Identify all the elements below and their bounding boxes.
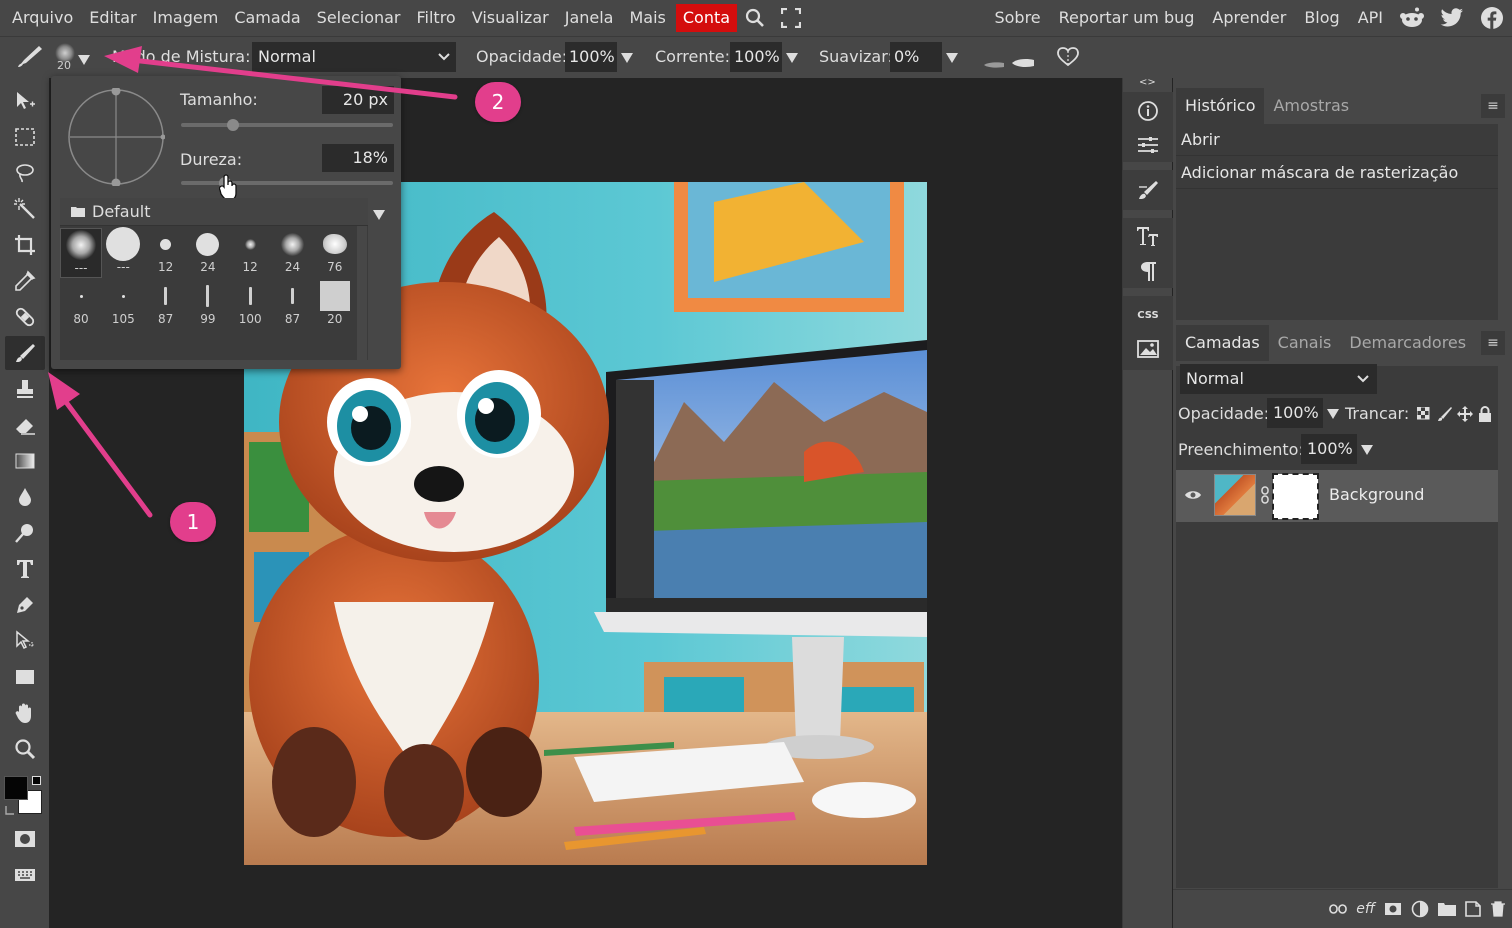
link-layers-icon[interactable] bbox=[1329, 904, 1348, 914]
arrow-1-line bbox=[60, 395, 153, 518]
text-panel-group bbox=[1123, 218, 1173, 288]
layers-tabs: Camadas Canais Demarcadores bbox=[1176, 325, 1498, 361]
tab-demarcadores[interactable]: Demarcadores bbox=[1340, 325, 1475, 361]
collapse-left-icon[interactable]: <> bbox=[1139, 77, 1156, 88]
brush-panel-icon[interactable] bbox=[1123, 177, 1173, 203]
adjustment-layer-icon[interactable] bbox=[1411, 900, 1429, 918]
layer-blend-value: Normal bbox=[1186, 369, 1244, 388]
layer-thumbnail bbox=[1214, 474, 1256, 516]
arrow-2-line bbox=[129, 57, 458, 100]
character-icon[interactable] bbox=[1123, 223, 1173, 249]
layer-opacity-label: Opacidade: bbox=[1178, 404, 1270, 423]
tab-amostras[interactable]: Amostras bbox=[1264, 88, 1358, 124]
right-panels: Histórico Amostras ≡ Abrir Adicionar más… bbox=[1173, 78, 1512, 928]
layer-effects-icon[interactable]: eff bbox=[1356, 901, 1375, 917]
eye-icon[interactable] bbox=[1185, 489, 1201, 501]
layer-row-background[interactable]: Background bbox=[1176, 470, 1498, 522]
tab-historico[interactable]: Histórico bbox=[1176, 88, 1265, 124]
layer-blend-select[interactable]: Normal bbox=[1180, 364, 1377, 394]
lock-label: Trancar: bbox=[1345, 404, 1410, 423]
layers-bottom-toolbar: eff bbox=[1173, 889, 1512, 928]
css-image-group: CSS bbox=[1123, 296, 1173, 370]
arrow-2-head bbox=[104, 46, 142, 73]
new-group-icon[interactable] bbox=[1438, 902, 1456, 916]
lock-paint-icon[interactable] bbox=[1437, 406, 1453, 422]
layer-opacity-input[interactable]: 100% bbox=[1267, 398, 1323, 428]
info-adjust-group bbox=[1123, 92, 1173, 162]
lock-all-icon[interactable] bbox=[1478, 406, 1492, 422]
adjustments-icon[interactable] bbox=[1123, 132, 1173, 158]
panel-icon-column: <> >< CSS bbox=[1122, 77, 1193, 928]
mask-link-icon[interactable] bbox=[1261, 486, 1269, 504]
layers-scrollbar[interactable] bbox=[1500, 366, 1510, 888]
new-layer-icon[interactable] bbox=[1465, 901, 1481, 917]
annotation-badge-2: 2 bbox=[475, 82, 521, 122]
css-icon[interactable]: CSS bbox=[1123, 304, 1173, 326]
layer-mask-thumbnail[interactable] bbox=[1272, 473, 1319, 520]
lock-move-icon[interactable] bbox=[1457, 406, 1473, 422]
chevron-down-icon bbox=[1357, 375, 1369, 383]
brush-panel-group bbox=[1123, 170, 1173, 210]
image-icon[interactable] bbox=[1123, 336, 1173, 362]
layer-opacity-dropdown-icon[interactable] bbox=[1327, 409, 1339, 419]
annotation-badge-1: 1 bbox=[170, 502, 216, 542]
history-tabs: Histórico Amostras bbox=[1176, 88, 1498, 124]
arrow-1-head bbox=[48, 372, 80, 410]
fill-dropdown-icon[interactable] bbox=[1361, 445, 1373, 455]
history-scrollbar[interactable] bbox=[1500, 124, 1510, 320]
paragraph-icon[interactable] bbox=[1123, 258, 1173, 284]
fill-label: Preenchimento: bbox=[1178, 440, 1304, 459]
layer-name: Background bbox=[1329, 485, 1425, 504]
history-item-add-mask[interactable]: Adicionar máscara de rasterização bbox=[1176, 157, 1498, 189]
history-item-open[interactable]: Abrir bbox=[1176, 124, 1498, 156]
tab-camadas[interactable]: Camadas bbox=[1176, 325, 1269, 361]
delete-layer-icon[interactable] bbox=[1490, 901, 1506, 917]
layers-panel-menu-icon[interactable]: ≡ bbox=[1481, 331, 1505, 355]
lock-transparency-icon[interactable] bbox=[1417, 407, 1431, 421]
fill-input[interactable]: 100% bbox=[1301, 434, 1357, 464]
history-panel-menu-icon[interactable]: ≡ bbox=[1481, 94, 1505, 118]
tab-canais[interactable]: Canais bbox=[1269, 325, 1341, 361]
add-mask-icon[interactable] bbox=[1384, 902, 1402, 916]
info-icon[interactable] bbox=[1123, 98, 1173, 124]
